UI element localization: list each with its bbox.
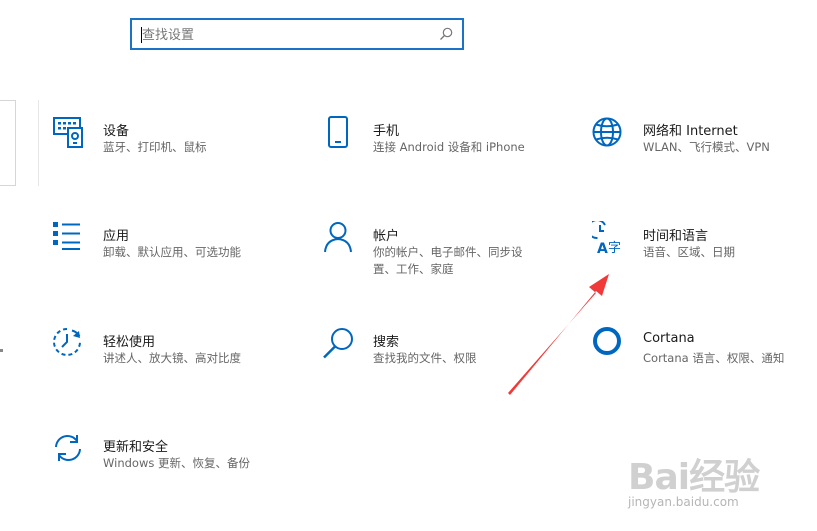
baidu-jingyan-watermark: Bai经验 jingyan.baidu.com	[614, 440, 784, 520]
watermark-url: jingyan.baidu.com	[628, 495, 739, 509]
settings-home: 设备 蓝牙、打印机、鼠标 手机 连接 Android 设备和 iPhone 网络…	[0, 0, 817, 531]
watermark-logo: Bai经验	[628, 457, 760, 498]
